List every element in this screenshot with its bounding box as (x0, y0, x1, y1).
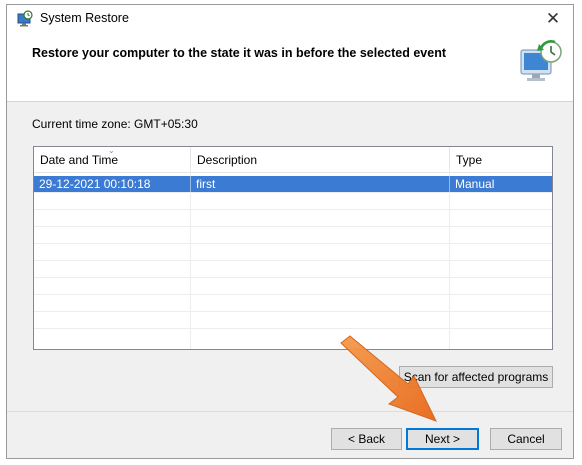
system-restore-app-icon (17, 10, 33, 27)
grid-line (34, 294, 552, 295)
table-row[interactable]: 29-12-2021 00:10:18 first Manual (34, 176, 552, 192)
column-header-description[interactable]: Description (190, 147, 449, 172)
column-header-label: Type (456, 153, 483, 167)
column-header-type[interactable]: Type (449, 147, 552, 172)
sort-indicator-icon: ⌄ (108, 146, 115, 155)
cell-date-time: 29-12-2021 00:10:18 (39, 177, 151, 191)
page-heading: Restore your computer to the state it wa… (32, 46, 446, 60)
scan-affected-programs-button[interactable]: Scan for affected programs (399, 366, 553, 388)
grid-line (34, 209, 552, 210)
cell-description: first (190, 176, 449, 192)
next-button[interactable]: Next > (406, 428, 479, 450)
grid-line (34, 226, 552, 227)
back-button[interactable]: < Back (331, 428, 402, 450)
system-restore-monitor-icon (520, 40, 562, 81)
grid-line (34, 243, 552, 244)
column-header-label: Description (197, 153, 258, 167)
cancel-button[interactable]: Cancel (490, 428, 562, 450)
footer-divider (7, 411, 573, 412)
restore-points-list[interactable]: Date and Time ⌄ Description Type 29-12-2… (33, 146, 553, 350)
grid-line (34, 328, 552, 329)
grid-line (34, 192, 552, 193)
timezone-label: Current time zone: GMT+05:30 (32, 117, 198, 131)
column-header-date-time[interactable]: Date and Time ⌄ (34, 147, 190, 172)
column-header-label: Date and Time (40, 153, 119, 167)
close-icon: ✕ (545, 8, 561, 28)
grid-line (34, 277, 552, 278)
grid-line (34, 260, 552, 261)
close-button[interactable]: ✕ (533, 5, 573, 32)
list-header: Date and Time ⌄ Description Type (34, 147, 552, 173)
cell-type: Manual (449, 176, 552, 192)
header-panel: Restore your computer to the state it wa… (7, 32, 573, 102)
system-restore-window: System Restore ✕ Restore your computer t… (6, 4, 574, 459)
title-bar[interactable]: System Restore ✕ (7, 5, 573, 32)
grid-line (34, 311, 552, 312)
window-title: System Restore (40, 11, 129, 25)
